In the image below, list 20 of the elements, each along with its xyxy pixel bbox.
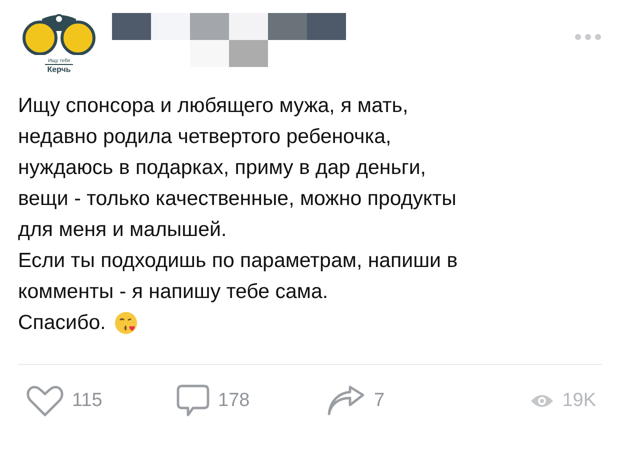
post-text-line: вещи - только качественные, можно продукты xyxy=(18,186,456,212)
kiss-emoji-icon xyxy=(114,310,138,334)
post-text-line: нуждаюсь в подарках, приму в дар деньги, xyxy=(18,155,426,181)
action-count: 115 xyxy=(72,390,102,412)
post-text-line: Спасибо. xyxy=(18,310,106,336)
action-count: 178 xyxy=(218,390,250,412)
post-text-line: Ищу спонсора и любящего мужа, я мать, xyxy=(18,93,408,119)
post-text-line: недавно родила четвертого ребеночка, xyxy=(18,124,392,150)
views-count: 19K xyxy=(562,390,596,412)
post-text-line: комменты - я напишу тебе сама. xyxy=(18,279,328,305)
post-text-line: для меня и малышей. xyxy=(18,217,227,243)
comment-icon[interactable] xyxy=(176,384,210,418)
share-icon[interactable] xyxy=(326,385,366,417)
more-icon[interactable] xyxy=(574,33,602,41)
post-text-line: Если ты подходишь по параметрам, напиши в xyxy=(18,248,458,274)
binoculars-icon xyxy=(22,13,96,55)
action-count: 7 xyxy=(374,390,385,412)
logo-city: Керчь xyxy=(47,65,71,74)
eye-icon xyxy=(530,393,554,409)
heart-icon[interactable] xyxy=(26,385,64,417)
